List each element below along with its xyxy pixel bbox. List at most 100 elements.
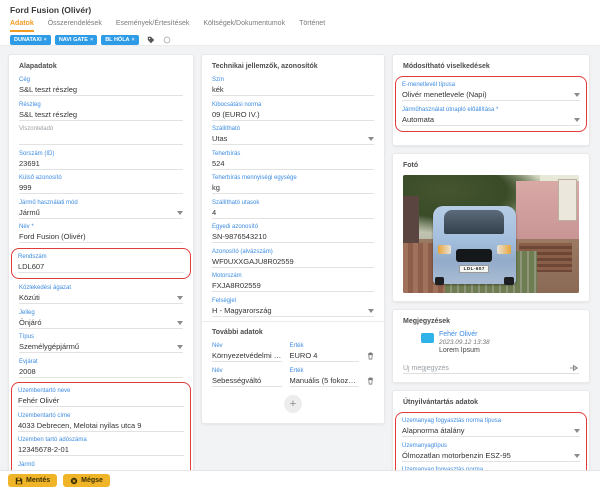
field-value[interactable]: SN-9876543210: [212, 232, 374, 242]
field-value[interactable]: S&L teszt részleg: [19, 85, 183, 95]
chevron-down-icon[interactable]: [574, 93, 580, 97]
field-value[interactable]: 524: [212, 159, 374, 169]
chevron-down-icon[interactable]: [177, 321, 183, 325]
tag-badge[interactable]: DUNATAXI×: [10, 35, 51, 45]
form-field[interactable]: Üzembentartó címe 4033 Debrecen, Melotai…: [18, 412, 184, 432]
field-value[interactable]: Önjáró: [19, 318, 174, 328]
form-field[interactable]: Teherbírás mennyiségi egysége kg: [212, 174, 374, 194]
chevron-down-icon[interactable]: [177, 345, 183, 349]
form-field[interactable]: Szín kék: [212, 76, 374, 96]
field-value[interactable]: FXJA8R02559: [212, 281, 374, 291]
tag-remove-icon[interactable]: ×: [132, 37, 135, 43]
add-extra-data-button[interactable]: +: [284, 395, 302, 413]
form-field[interactable]: Rendszám LDL607: [18, 253, 184, 273]
form-field[interactable]: Viszonteladó: [19, 125, 183, 145]
field-value[interactable]: 4: [212, 208, 374, 218]
field-value[interactable]: Ford Fusion (Olivér): [19, 232, 183, 242]
trash-icon[interactable]: [367, 377, 374, 385]
form-field[interactable]: Teherbírás 524: [212, 150, 374, 170]
form-field[interactable]: Jármű Ford Fusion I Restyling 1.4 MT (80…: [18, 461, 184, 471]
field-value[interactable]: Fehér Olivér: [18, 396, 184, 406]
chevron-down-icon[interactable]: [368, 309, 374, 313]
form-field[interactable]: Egyedi azonosító SN-9876543210: [212, 223, 374, 243]
form-field[interactable]: Közlekedési ágazat Közúti: [19, 284, 183, 304]
form-field[interactable]: Szállítható Utas: [212, 125, 374, 145]
cancel-button[interactable]: Mégse: [63, 474, 110, 487]
field-value[interactable]: H - Magyarország: [212, 306, 365, 316]
section-title: További adatok: [212, 329, 374, 336]
field-value[interactable]: Környezetvédelmi osztály: [212, 351, 282, 361]
form-field[interactable]: Külső azonosító 999: [19, 174, 183, 194]
extra-name-field[interactable]: Név Sebességváltó: [212, 367, 282, 387]
chevron-down-icon[interactable]: [574, 118, 580, 122]
form-field[interactable]: Sorszám (ID) 23691: [19, 150, 183, 170]
field-value[interactable]: 23691: [19, 159, 183, 169]
field-value[interactable]: EURO 4: [290, 351, 360, 361]
tags-icon[interactable]: [147, 36, 155, 44]
form-field[interactable]: Jelleg Önjáró: [19, 309, 183, 329]
comment-author[interactable]: Fehér Olivér: [439, 331, 490, 338]
tag-remove-icon[interactable]: ×: [44, 37, 47, 43]
field-value[interactable]: Sebességváltó: [212, 376, 282, 386]
form-field[interactable]: Üzemanyag fogyasztás norma típusa Alapno…: [402, 417, 580, 437]
form-field[interactable]: Üzemben tartó adószáma 12345678-2-01: [18, 436, 184, 456]
tab[interactable]: Történet: [299, 20, 325, 32]
tab[interactable]: Költségek/Dokumentumok: [203, 20, 285, 32]
field-value[interactable]: WF0UXXGAJU8R02559: [212, 257, 374, 267]
form-field[interactable]: Kibocsátási norma 09 (EURO IV.): [212, 101, 374, 121]
send-icon[interactable]: [569, 364, 579, 372]
field-value[interactable]: Automata: [402, 115, 571, 125]
extra-value-field[interactable]: Érték Manuális (5 fokozatú) sebességv: [290, 367, 360, 387]
field-value[interactable]: 12345678-2-01: [18, 445, 184, 455]
field-value[interactable]: Közúti: [19, 293, 174, 303]
vehicle-photo[interactable]: LDL-607: [403, 175, 579, 293]
form-field[interactable]: Név * Ford Fusion (Olivér): [19, 223, 183, 243]
tab[interactable]: Események/Értesítések: [116, 20, 190, 32]
form-field[interactable]: Jármű használati mód Jármű: [19, 199, 183, 219]
form-field[interactable]: Üzemanyagtípus Ólmozatlan motorbenzin ES…: [402, 442, 580, 462]
field-value[interactable]: 999: [19, 183, 183, 193]
field-value[interactable]: Jármű: [19, 208, 174, 218]
tab[interactable]: Adatok: [10, 20, 34, 32]
field-value[interactable]: S&L teszt részleg: [19, 110, 183, 120]
field-value[interactable]: kék: [212, 85, 374, 95]
add-tag-icon[interactable]: [163, 36, 171, 44]
field-value[interactable]: 2008: [19, 367, 183, 377]
field-value[interactable]: 09 (EURO IV.): [212, 110, 374, 120]
tab[interactable]: Összerendelések: [48, 20, 102, 32]
extra-name-field[interactable]: Név Környezetvédelmi osztály: [212, 342, 282, 362]
form-field[interactable]: Motorszám FXJA8R02559: [212, 272, 374, 292]
chevron-down-icon[interactable]: [574, 429, 580, 433]
field-value[interactable]: Olivér menetlevele (Napi): [402, 90, 571, 100]
chevron-down-icon[interactable]: [368, 137, 374, 141]
new-comment-input[interactable]: [403, 365, 565, 372]
tag-badge[interactable]: BL HÓLA×: [101, 35, 139, 45]
tag-remove-icon[interactable]: ×: [90, 37, 93, 43]
field-value[interactable]: Ólmozatlan motorbenzin ESZ-95: [402, 451, 571, 461]
chevron-down-icon[interactable]: [177, 296, 183, 300]
field-value[interactable]: Utas: [212, 134, 365, 144]
form-field[interactable]: Azonosító (alvázszám) WF0UXXGAJU8R02559: [212, 248, 374, 268]
field-value[interactable]: kg: [212, 183, 374, 193]
field-value[interactable]: LDL607: [18, 262, 184, 272]
form-field[interactable]: Szállítható utasok 4: [212, 199, 374, 219]
field-value[interactable]: Személygépjármű: [19, 342, 174, 352]
tag-badge[interactable]: NAVI GATE×: [55, 35, 97, 45]
field-value[interactable]: 4033 Debrecen, Melotai nyilas utca 9: [18, 421, 184, 431]
field-value[interactable]: [19, 134, 183, 144]
form-field[interactable]: Típus Személygépjármű: [19, 333, 183, 353]
form-field[interactable]: Részleg S&L teszt részleg: [19, 101, 183, 121]
save-button[interactable]: Mentés: [8, 474, 57, 487]
trash-icon[interactable]: [367, 352, 374, 360]
field-value[interactable]: Manuális (5 fokozatú) sebességv: [290, 376, 360, 386]
form-field[interactable]: Évjárat 2008: [19, 358, 183, 378]
form-field[interactable]: Járműhasználat útnapló előállítása * Aut…: [402, 106, 580, 126]
form-field[interactable]: Üzembentartó neve Fehér Olivér: [18, 387, 184, 407]
chevron-down-icon[interactable]: [574, 454, 580, 458]
form-field[interactable]: E-menetlevél típusa Olivér menetlevele (…: [402, 81, 580, 101]
form-field[interactable]: Felségjel H - Magyarország: [212, 297, 374, 317]
chevron-down-icon[interactable]: [177, 211, 183, 215]
extra-value-field[interactable]: Érték EURO 4: [290, 342, 360, 362]
form-field[interactable]: Cég S&L teszt részleg: [19, 76, 183, 96]
field-value[interactable]: Alapnorma átalány: [402, 426, 571, 436]
